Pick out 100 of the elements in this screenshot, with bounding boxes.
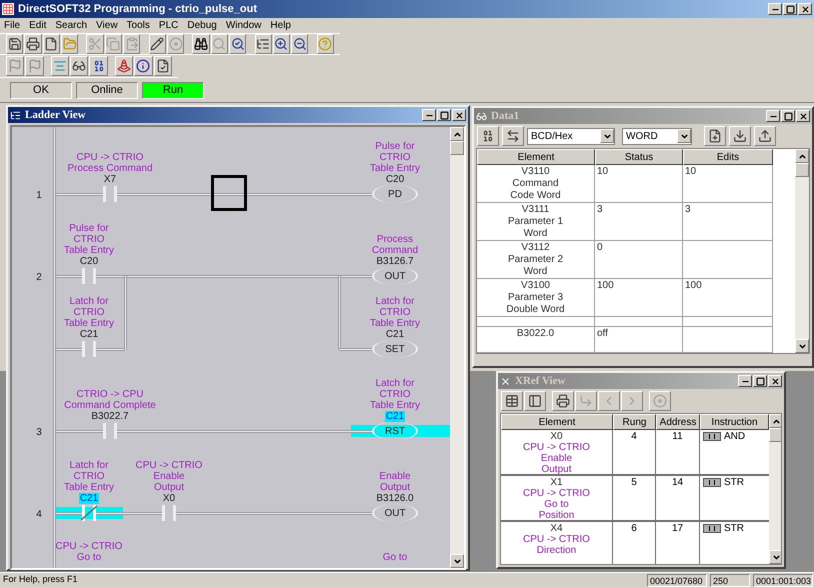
app-title: DirectSOFT32 Programming - ctrio_pulse_out xyxy=(18,2,257,17)
column-header[interactable]: Element xyxy=(477,149,595,165)
format-icon[interactable] xyxy=(477,126,499,146)
glasses-icon[interactable] xyxy=(70,56,88,76)
list-icon[interactable] xyxy=(254,34,272,54)
output-coil[interactable]: OUT xyxy=(372,504,418,522)
close-button[interactable] xyxy=(452,109,466,121)
printer-icon[interactable] xyxy=(552,391,574,411)
next-icon[interactable] xyxy=(621,391,643,411)
maximize-button[interactable] xyxy=(437,109,451,121)
element-address: C21 xyxy=(384,329,406,340)
menu-item[interactable]: File xyxy=(4,18,20,33)
binary-icon[interactable] xyxy=(89,56,108,76)
size-select[interactable]: WORD xyxy=(622,128,692,144)
scroll-down-button[interactable] xyxy=(450,554,464,568)
element-description: Latch for CTRIO Table Entry xyxy=(64,460,114,493)
column-header[interactable]: Rung xyxy=(613,414,656,430)
minimize-button[interactable] xyxy=(738,375,752,387)
edit-icon[interactable] xyxy=(148,34,166,54)
minimize-button[interactable] xyxy=(766,110,780,122)
table-cell: 4 xyxy=(613,430,656,474)
column-header[interactable]: Status xyxy=(595,149,683,165)
menu-item[interactable]: Window xyxy=(226,18,262,33)
menu-item[interactable]: Debug xyxy=(187,18,217,33)
panel-icon[interactable] xyxy=(524,391,546,411)
scroll-thumb[interactable] xyxy=(795,163,809,177)
info-icon[interactable] xyxy=(134,56,153,76)
printer-icon[interactable] xyxy=(24,34,42,54)
window-icon xyxy=(10,110,21,120)
close-icon xyxy=(798,112,808,120)
element-address: C20 xyxy=(78,256,100,267)
scroll-down-button[interactable] xyxy=(795,339,809,353)
goto-icon[interactable] xyxy=(575,391,597,411)
dropdown-button[interactable] xyxy=(600,129,614,143)
column-header[interactable]: Element xyxy=(501,414,613,430)
vertical-scrollbar[interactable] xyxy=(450,127,464,568)
search-icon[interactable] xyxy=(210,34,228,54)
scroll-thumb[interactable] xyxy=(769,428,781,442)
menu-item[interactable]: Tools xyxy=(126,18,150,33)
scroll-up-button[interactable] xyxy=(795,149,809,163)
close-button[interactable] xyxy=(768,375,782,387)
menu-item[interactable]: PLC xyxy=(158,18,178,33)
column-header[interactable]: Instruction xyxy=(700,414,769,430)
vertical-scrollbar[interactable] xyxy=(769,414,781,564)
new-page-icon[interactable] xyxy=(704,126,726,146)
menu-item[interactable]: Edit xyxy=(29,18,46,33)
output-coil[interactable]: SET xyxy=(372,340,418,358)
paste-icon[interactable] xyxy=(123,34,140,54)
column-header[interactable]: Address xyxy=(656,414,700,430)
maximize-button[interactable] xyxy=(783,3,797,15)
previous-icon[interactable] xyxy=(598,391,620,411)
cut-icon[interactable] xyxy=(86,34,104,54)
help-icon[interactable] xyxy=(316,34,334,54)
contact-icon xyxy=(703,478,721,487)
column-header[interactable]: Edits xyxy=(683,149,773,165)
minimize-button[interactable] xyxy=(422,109,436,121)
element-description: Enable Output xyxy=(379,471,411,493)
read-icon[interactable] xyxy=(729,126,751,146)
minimize-button[interactable] xyxy=(768,3,782,15)
output-coil[interactable]: OUT xyxy=(372,267,418,285)
binoculars-icon[interactable] xyxy=(192,34,210,54)
zoom-in-icon[interactable] xyxy=(272,34,290,54)
menu-item[interactable]: Help xyxy=(270,18,291,33)
xref-element: X1 xyxy=(550,477,563,488)
traffic-light-icon[interactable] xyxy=(114,56,134,76)
menu-item[interactable]: Search xyxy=(55,18,88,33)
zoom-out-icon[interactable] xyxy=(291,34,308,54)
menu-item[interactable]: View xyxy=(96,18,118,33)
swap-icon[interactable] xyxy=(502,126,524,146)
scroll-thumb[interactable] xyxy=(450,141,464,155)
close-button[interactable] xyxy=(796,110,810,122)
save-icon[interactable] xyxy=(6,34,24,54)
scroll-up-button[interactable] xyxy=(769,414,781,428)
new-file-icon[interactable] xyxy=(42,34,60,54)
maximize-button[interactable] xyxy=(753,375,767,387)
element-description: Pulse for CTRIO Table Entry xyxy=(64,223,114,256)
folder-icon[interactable] xyxy=(60,34,78,54)
copy-icon[interactable] xyxy=(104,34,122,54)
window-icon xyxy=(500,376,511,386)
close-button[interactable] xyxy=(798,3,812,15)
format-select[interactable]: BCD/Hex xyxy=(527,128,615,144)
dropdown-button[interactable] xyxy=(677,129,691,143)
document-check-icon[interactable] xyxy=(154,56,172,76)
flag-icon[interactable] xyxy=(6,56,24,76)
table-cell: V3112 Parameter 2 Word xyxy=(477,241,595,278)
search-replace-icon[interactable] xyxy=(229,34,246,54)
scroll-down-button[interactable] xyxy=(769,550,781,564)
table-cell: AND xyxy=(724,431,746,443)
output-coil[interactable]: PD xyxy=(372,185,418,203)
maximize-button[interactable] xyxy=(781,110,795,122)
scroll-up-button[interactable] xyxy=(450,127,464,141)
write-icon[interactable] xyxy=(754,126,776,146)
xref-element: X4 xyxy=(550,523,563,534)
vertical-scrollbar[interactable] xyxy=(795,149,809,353)
grid-icon[interactable] xyxy=(501,391,523,411)
closed-contact[interactable] xyxy=(81,505,97,521)
window-title: Ladder View xyxy=(25,108,86,123)
maximize-icon xyxy=(756,376,764,386)
flag-icon[interactable] xyxy=(25,56,44,76)
rungs-icon[interactable] xyxy=(50,56,70,76)
